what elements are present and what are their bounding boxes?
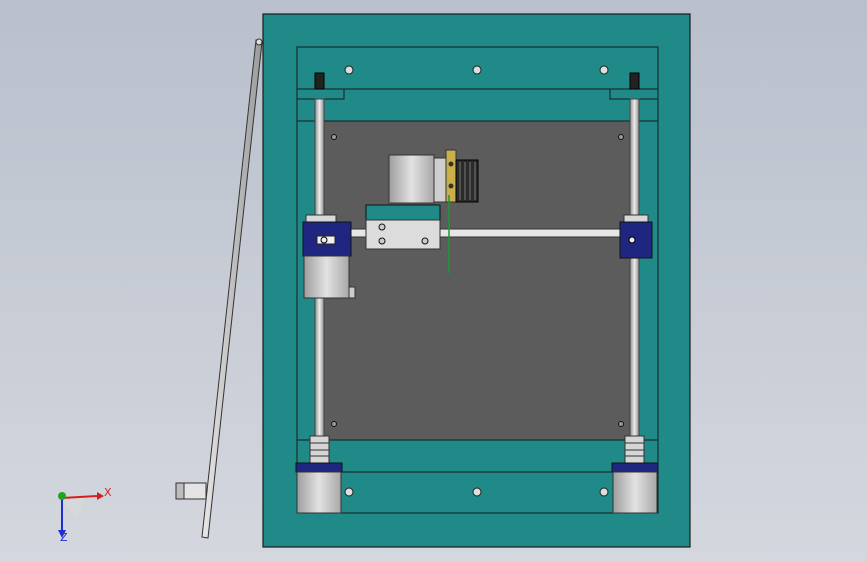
bottom-cross-member [296, 439, 659, 473]
y-axis-arrow [58, 492, 66, 500]
x-axis-arrow [61, 495, 98, 499]
right-carriage[interactable] [619, 214, 653, 259]
left-carriage-motor[interactable] [303, 255, 356, 299]
coordinate-triad: X Z [58, 486, 112, 544]
right-lead-screw[interactable] [629, 98, 640, 463]
cad-viewport[interactable]: X Z [0, 0, 867, 562]
right-bottom-stepper-motor[interactable] [611, 462, 659, 514]
left-bottom-stepper-motor[interactable] [295, 462, 343, 514]
tool-carriage[interactable] [365, 204, 441, 250]
top-cross-member [296, 88, 659, 122]
z-axis-label: Z [60, 531, 68, 544]
x-axis-label: X [104, 486, 112, 499]
side-door-lever [175, 38, 263, 539]
x-axis-arrowhead [97, 492, 104, 500]
